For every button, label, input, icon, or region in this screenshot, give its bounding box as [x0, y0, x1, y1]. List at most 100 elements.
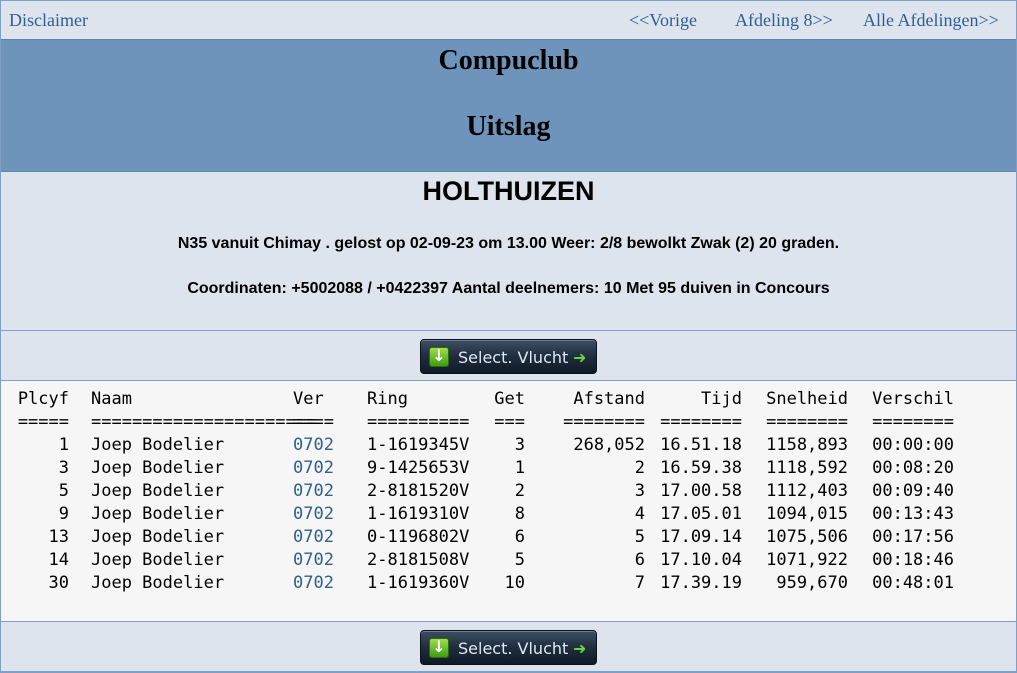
- cell-ring: 0-1196802V: [367, 527, 470, 547]
- cell-snelheid: 1094,015: [766, 504, 848, 524]
- cell-ver[interactable]: 0702: [293, 434, 367, 457]
- cell-ver[interactable]: 0702: [293, 549, 367, 572]
- table-separator-afstand: ========: [563, 412, 645, 432]
- cell-afstand: 5: [634, 527, 645, 547]
- download-icon: [429, 637, 449, 658]
- cell-ring: 9-1425653V: [367, 458, 470, 478]
- cell-afstand: 3: [634, 481, 645, 501]
- cell-get: 1: [514, 458, 525, 478]
- select-flight-button[interactable]: Select. Vlucht ➜: [420, 630, 597, 665]
- cell-verschil: 00:48:01: [872, 573, 954, 593]
- cell-ver[interactable]: 0702: [293, 457, 367, 480]
- race-details: N35 vanuit Chimay . gelost op 02-09-23 o…: [177, 235, 840, 252]
- cell-afstand: 6: [634, 550, 645, 570]
- table-header-place: Plcyf: [17, 389, 69, 409]
- cell-afstand: 2: [634, 458, 645, 478]
- cell-get: 10: [504, 573, 525, 593]
- table-row: 30 Joep Bodelier 0702 1-1619360V 10 7 17.39.19…: [17, 572, 954, 595]
- cell-snelheid: 1158,893: [766, 435, 848, 455]
- cell-get: 3: [514, 435, 525, 455]
- race-info: HOLTHUIZEN N35 vanuit Chimay . gelost op…: [1, 172, 1016, 330]
- button-row-top: Select. Vlucht ➜: [1, 330, 1016, 381]
- header-band: Compuclub Uitslag: [1, 39, 1016, 172]
- page-frame: Disclaimer <<Vorige Afdeling 8>> Alle Af…: [0, 0, 1017, 673]
- table-separator-place: =====: [17, 412, 69, 432]
- table-row: 1 Joep Bodelier 0702 1-1619345V 3 268,052 16.5…: [17, 434, 954, 457]
- race-location: HOLTHUIZEN: [422, 176, 595, 206]
- table-separator: ===== ========================== =========…: [17, 411, 954, 434]
- cell-place: 14: [48, 550, 69, 570]
- cell-afstand: 4: [634, 504, 645, 524]
- cell-ring: 1-1619360V: [367, 573, 470, 593]
- table-separator-get: ===: [494, 412, 525, 432]
- table-header-ring: Ring: [367, 389, 408, 409]
- cell-get: 5: [514, 550, 525, 570]
- results-pre: Plcyf Naam Ver Ring Get Afstand Tijd Snelheid Ve…: [17, 388, 954, 595]
- cell-tijd: 16.59.38: [660, 458, 742, 478]
- race-coordinates: Coordinaten: +5002088 / +0422397 Aantal …: [187, 280, 830, 297]
- cell-name: Joep Bodelier: [91, 435, 225, 455]
- cell-ver[interactable]: 0702: [293, 480, 367, 503]
- cell-snelheid: 1071,922: [766, 550, 848, 570]
- cell-verschil: 00:18:46: [872, 550, 954, 570]
- table-header-afstand: Afstand: [573, 389, 645, 409]
- cell-place: 3: [58, 458, 69, 478]
- table-separator-ring: ==========: [367, 412, 470, 432]
- cell-ver[interactable]: 0702: [293, 572, 367, 595]
- table-header-ver: Ver: [293, 389, 324, 409]
- cell-ring: 2-8181520V: [367, 481, 470, 501]
- club-title: Compuclub: [438, 45, 579, 76]
- select-flight-button[interactable]: Select. Vlucht ➜: [420, 339, 597, 374]
- page-subtitle: Uitslag: [466, 111, 551, 142]
- cell-afstand: 268,052: [573, 435, 645, 455]
- cell-name: Joep Bodelier: [91, 550, 225, 570]
- cell-tijd: 17.05.01: [660, 504, 742, 524]
- disclaimer-link[interactable]: Disclaimer: [9, 10, 88, 31]
- cell-ring: 1-1619345V: [367, 435, 470, 455]
- table-header: Plcyf Naam Ver Ring Get Afstand Tijd Snelheid Ve…: [17, 388, 954, 411]
- cell-snelheid: 1118,592: [766, 458, 848, 478]
- table-header-snelheid: Snelheid: [766, 389, 848, 409]
- previous-link[interactable]: <<Vorige: [629, 10, 697, 31]
- table-separator-verschil: ========: [872, 412, 954, 432]
- cell-get: 8: [514, 504, 525, 524]
- arrow-right-icon: ➜: [573, 348, 587, 367]
- table-separator-tijd: ========: [660, 412, 742, 432]
- all-afdelingen-link[interactable]: Alle Afdelingen>>: [863, 10, 999, 31]
- table-row: 9 Joep Bodelier 0702 1-1619310V 8 4 17.05.01 10…: [17, 503, 954, 526]
- table-row: 3 Joep Bodelier 0702 9-1425653V 1 2 16.59.38 11…: [17, 457, 954, 480]
- cell-name: Joep Bodelier: [91, 527, 225, 547]
- cell-verschil: 00:08:20: [872, 458, 954, 478]
- cell-place: 30: [48, 573, 69, 593]
- cell-place: 1: [58, 435, 69, 455]
- cell-ring: 2-8181508V: [367, 550, 470, 570]
- cell-place: 5: [58, 481, 69, 501]
- table-row: 14 Joep Bodelier 0702 2-8181508V 5 6 17.10.04 1…: [17, 549, 954, 572]
- cell-verschil: 00:13:43: [872, 504, 954, 524]
- cell-snelheid: 1112,403: [766, 481, 848, 501]
- cell-tijd: 17.39.19: [660, 573, 742, 593]
- select-flight-label: Select. Vlucht: [458, 639, 569, 658]
- cell-tijd: 17.00.58: [660, 481, 742, 501]
- cell-ver[interactable]: 0702: [293, 526, 367, 549]
- cell-place: 13: [48, 527, 69, 547]
- afdeling-link[interactable]: Afdeling 8>>: [735, 10, 833, 31]
- cell-tijd: 17.09.14: [660, 527, 742, 547]
- table-row: 5 Joep Bodelier 0702 2-8181520V 2 3 17.00.58 11…: [17, 480, 954, 503]
- table-header-get: Get: [494, 389, 525, 409]
- table-separator-name: ======================: [91, 412, 317, 432]
- cell-get: 2: [514, 481, 525, 501]
- cell-ring: 1-1619310V: [367, 504, 470, 524]
- cell-afstand: 7: [634, 573, 645, 593]
- top-nav: Disclaimer <<Vorige Afdeling 8>> Alle Af…: [1, 1, 1016, 39]
- cell-ver[interactable]: 0702: [293, 503, 367, 526]
- cell-place: 9: [58, 504, 69, 524]
- select-flight-label: Select. Vlucht: [458, 348, 569, 367]
- arrow-right-icon: ➜: [573, 639, 587, 658]
- cell-verschil: 00:09:40: [872, 481, 954, 501]
- table-header-verschil: Verschil: [872, 389, 954, 409]
- table-separator-snelheid: ========: [766, 412, 848, 432]
- cell-snelheid: 1075,506: [766, 527, 848, 547]
- cell-name: Joep Bodelier: [91, 573, 225, 593]
- cell-tijd: 16.51.18: [660, 435, 742, 455]
